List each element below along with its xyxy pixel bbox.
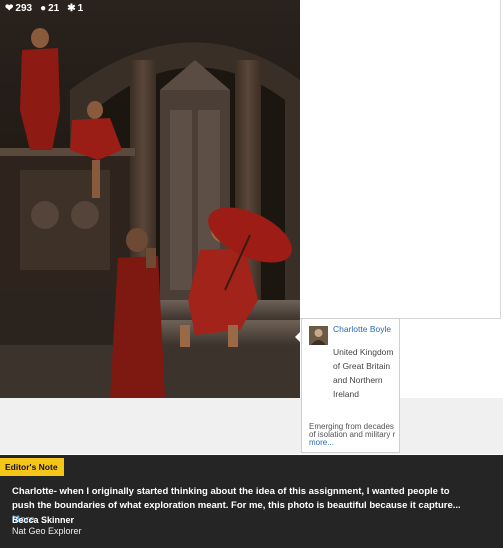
likes-stat[interactable]: ❤ 293 bbox=[5, 3, 32, 14]
editor-note-panel: Editor's Note Charlotte- when I original… bbox=[0, 455, 503, 548]
pin-icon: ✱ bbox=[67, 3, 76, 14]
photo-illustration bbox=[0, 0, 300, 398]
editor-note-text: Charlotte- when I originally started thi… bbox=[12, 485, 472, 527]
background-band-left bbox=[0, 398, 300, 454]
photo[interactable]: ❤ 293 ● 21 ✱ 1 bbox=[0, 0, 300, 398]
heart-icon: ❤ bbox=[5, 3, 14, 14]
description-more-link[interactable]: more... bbox=[309, 438, 334, 447]
photographer-name-link[interactable]: Charlotte Boyle bbox=[333, 325, 397, 334]
photographer-description: Emerging from decades of isolation and m… bbox=[309, 423, 397, 447]
comments-stat[interactable]: ● 21 bbox=[40, 3, 59, 14]
favorites-stat[interactable]: ✱ 1 bbox=[67, 3, 83, 14]
avatar[interactable] bbox=[309, 326, 328, 345]
photographer-card: Charlotte Boyle United Kingdom of Great … bbox=[301, 318, 400, 453]
photographer-country: United Kingdom of Great Britain and Nort… bbox=[333, 347, 394, 399]
side-panel bbox=[300, 0, 501, 319]
editor-author-name[interactable]: Becca Skinner bbox=[12, 515, 74, 525]
description-text: Emerging from decades of isolation and m… bbox=[309, 423, 396, 439]
favorites-count: 1 bbox=[77, 3, 84, 14]
comment-icon: ● bbox=[40, 3, 47, 14]
avatar-image bbox=[309, 326, 328, 345]
editor-note-tag: Editor's Note bbox=[0, 458, 64, 476]
comments-count: 21 bbox=[48, 3, 60, 14]
photo-stats: ❤ 293 ● 21 ✱ 1 bbox=[5, 3, 83, 14]
editor-author-role: Nat Geo Explorer bbox=[12, 526, 82, 536]
likes-count: 293 bbox=[15, 3, 33, 14]
editor-note-body: Charlotte- when I originally started thi… bbox=[12, 486, 461, 511]
